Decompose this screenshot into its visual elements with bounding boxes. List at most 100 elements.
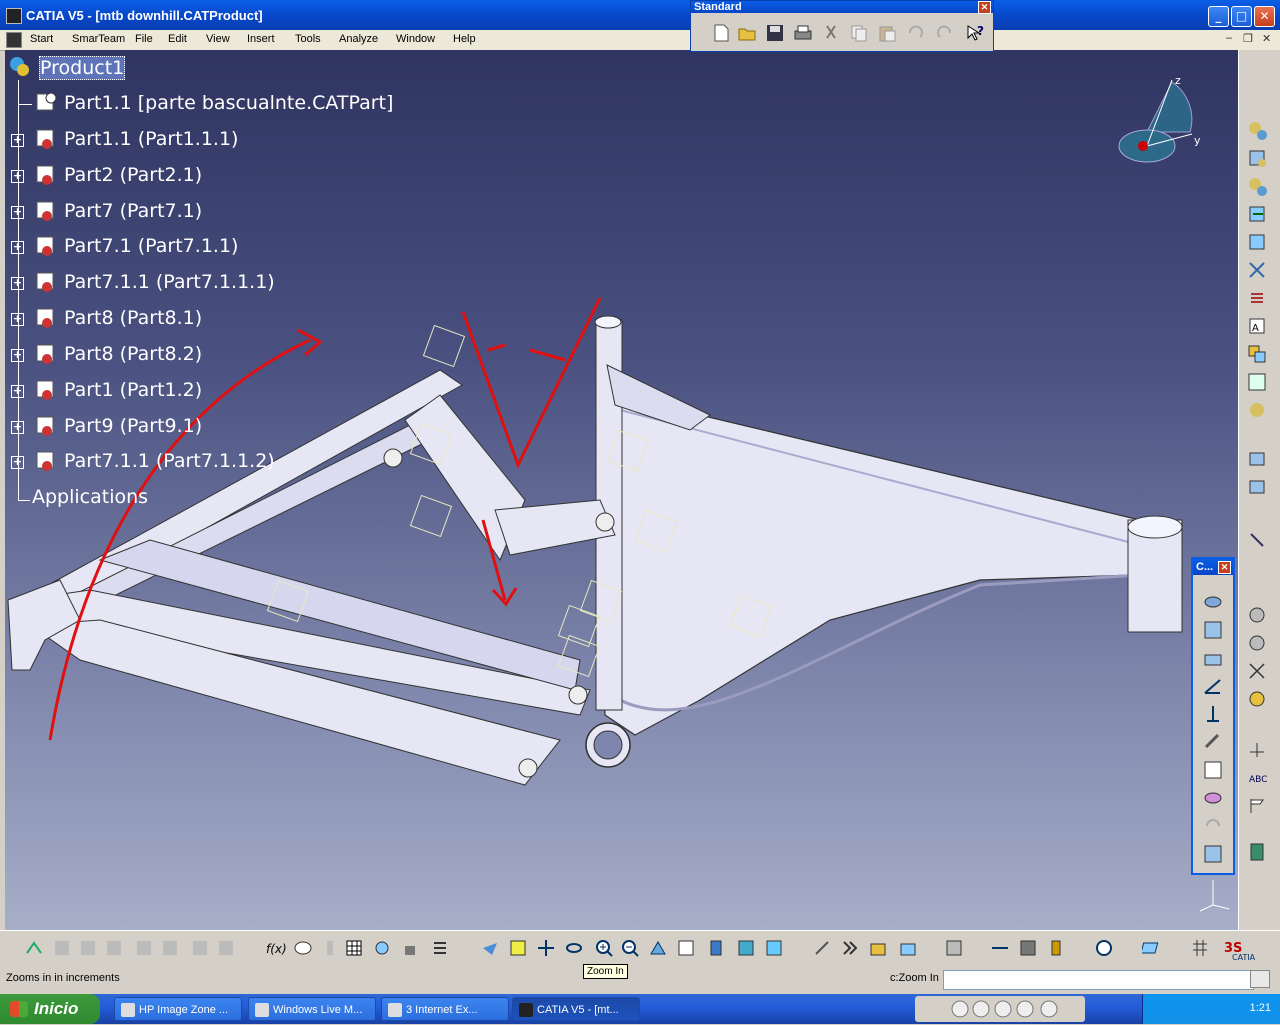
expand-icon[interactable]: + — [11, 385, 24, 398]
contact-constraint-icon[interactable] — [1202, 619, 1224, 641]
part-icon[interactable] — [33, 198, 59, 224]
tree-node[interactable]: Part1.1 [parte bascualnte.CATPart] — [64, 92, 393, 114]
rotate-icon[interactable] — [564, 938, 586, 960]
catalog-icon[interactable] — [1094, 938, 1116, 960]
formula-icon[interactable]: f(x) — [264, 938, 286, 960]
fix-component-icon[interactable] — [1202, 703, 1224, 725]
tree-node[interactable]: Part7.1.1 (Part7.1.1.2) — [64, 450, 275, 472]
publication-icon[interactable] — [1247, 689, 1269, 711]
expand-icon[interactable]: + — [11, 277, 24, 290]
insert-product-icon[interactable] — [1247, 176, 1269, 198]
fix-together-icon[interactable] — [1202, 731, 1224, 753]
undo-icon[interactable] — [905, 23, 925, 43]
taskbar-item-windows-live[interactable]: Windows Live M... — [248, 997, 376, 1021]
measure-inertia-icon[interactable] — [190, 938, 212, 960]
menu-help[interactable]: Help — [453, 33, 476, 45]
zoom-out-icon[interactable] — [620, 938, 642, 960]
list-icon[interactable] — [430, 938, 452, 960]
multi-view-icon[interactable] — [676, 938, 698, 960]
save-icon[interactable] — [765, 23, 785, 43]
menu-tools[interactable]: Tools — [295, 33, 321, 45]
measure-between-icon[interactable] — [134, 938, 156, 960]
pan-icon[interactable] — [536, 938, 558, 960]
snap-icon[interactable] — [1247, 476, 1269, 498]
menu-insert[interactable]: Insert — [247, 33, 275, 45]
tree-root-product1[interactable]: Product1 — [39, 56, 126, 80]
paste-icon[interactable] — [877, 23, 897, 43]
table-icon[interactable] — [344, 938, 366, 960]
expand-icon[interactable]: + — [11, 134, 24, 147]
lock-icon[interactable] — [400, 938, 422, 960]
link-icon[interactable] — [372, 938, 394, 960]
expand-icon[interactable]: + — [11, 421, 24, 434]
fit-all-in-icon[interactable] — [508, 938, 530, 960]
mdi-minimize-button[interactable]: – — [1226, 32, 1232, 44]
expand-icon[interactable]: + — [11, 349, 24, 362]
catia-app-icon[interactable] — [6, 8, 22, 24]
expand-icon[interactable]: + — [11, 206, 24, 219]
dimension-icon[interactable] — [990, 938, 1012, 960]
part-icon[interactable] — [33, 126, 59, 152]
scene-icon[interactable] — [1018, 938, 1040, 960]
redo-icon[interactable] — [935, 23, 955, 43]
constraints-toolbar-title[interactable]: C... ✕ — [1193, 559, 1233, 575]
standard-toolbar[interactable]: Standard ✕ ? — [690, 0, 994, 52]
menu-edit[interactable]: Edit — [168, 33, 187, 45]
flexible-rigid-icon[interactable] — [1202, 787, 1224, 809]
product-structure-icon[interactable] — [1247, 120, 1269, 142]
update-icon[interactable] — [24, 938, 46, 960]
expand-icon[interactable]: + — [11, 456, 24, 469]
tree-node[interactable]: Part8 (Part8.1) — [64, 307, 202, 329]
measure-item-icon[interactable] — [160, 938, 182, 960]
3d-viewport[interactable]: z y Product1 Part1.1 [parte bascualnte.C… — [5, 50, 1238, 930]
grid-icon[interactable] — [1190, 938, 1212, 960]
tree-node[interactable]: Part9 (Part9.1) — [64, 415, 202, 437]
menu-analyze[interactable]: Analyze — [339, 33, 378, 45]
knowledge-icon[interactable] — [320, 938, 342, 960]
part-icon[interactable] — [33, 413, 59, 439]
normal-view-icon[interactable] — [648, 938, 670, 960]
distance-icon[interactable] — [1247, 661, 1269, 683]
product-icon[interactable] — [7, 54, 33, 80]
manipulation-icon[interactable] — [1247, 448, 1269, 470]
taskbar-item-internet-explorer[interactable]: 3 Internet Ex... — [381, 997, 509, 1021]
part-icon[interactable] — [33, 448, 59, 474]
open-icon[interactable] — [737, 23, 757, 43]
minimize-button[interactable]: _ — [1208, 6, 1229, 27]
manage-representations-icon[interactable]: A — [1247, 316, 1269, 338]
tree-node[interactable]: Part7 (Part7.1) — [64, 200, 202, 222]
maximize-button[interactable]: □ — [1231, 6, 1252, 27]
part-icon[interactable] — [33, 162, 59, 188]
axis-system-icon[interactable] — [1247, 740, 1269, 762]
command-button[interactable] — [1250, 970, 1270, 988]
mechanism-icon[interactable] — [898, 938, 920, 960]
close-button[interactable]: ✕ — [1254, 6, 1275, 27]
part-icon[interactable] — [33, 90, 59, 116]
swap-visible-space-icon[interactable] — [840, 938, 862, 960]
mdi-close-button[interactable]: ✕ — [1262, 32, 1271, 45]
part-icon[interactable] — [33, 233, 59, 259]
save-management-icon[interactable] — [78, 938, 100, 960]
reuse-pattern-icon[interactable] — [1202, 843, 1224, 865]
dmu-icon[interactable] — [1142, 938, 1164, 960]
flag-note-icon[interactable] — [1247, 796, 1269, 818]
angle-constraint-icon[interactable] — [1202, 675, 1224, 697]
menu-smarteam[interactable]: SmarTeam — [72, 33, 125, 45]
tree-node[interactable]: Part2 (Part2.1) — [64, 164, 202, 186]
whats-this-icon[interactable]: ? — [965, 23, 985, 43]
tree-node[interactable]: Part1.1 (Part1.1.1) — [64, 128, 238, 150]
tree-node[interactable]: Part8 (Part8.2) — [64, 343, 202, 365]
taskbar-item-catia[interactable]: CATIA V5 - [mt... — [512, 997, 640, 1021]
print-icon[interactable] — [793, 23, 813, 43]
graph-tree-reorder-icon[interactable] — [1247, 232, 1269, 254]
cut-icon[interactable] — [821, 23, 841, 43]
insert-component-icon[interactable] — [1247, 148, 1269, 170]
new-icon[interactable] — [711, 23, 731, 43]
simulation-icon[interactable] — [944, 938, 966, 960]
annotation-text-icon[interactable]: ABC — [1247, 768, 1269, 790]
tree-applications[interactable]: Applications — [32, 486, 148, 508]
properties-icon[interactable] — [868, 938, 890, 960]
standard-toolbar-title[interactable]: Standard ✕ — [691, 1, 993, 14]
compass-widget[interactable]: z y — [1112, 72, 1202, 172]
clock[interactable]: 1:21 — [1250, 1002, 1271, 1014]
